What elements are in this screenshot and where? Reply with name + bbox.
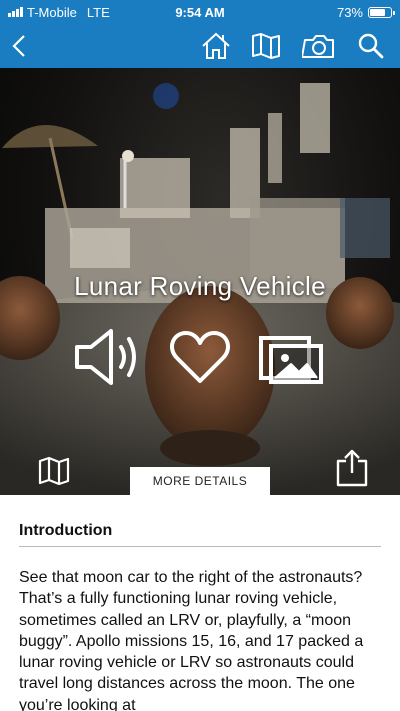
- back-button[interactable]: [2, 30, 36, 62]
- map-icon: [252, 33, 280, 59]
- search-button[interactable]: [354, 30, 388, 62]
- status-left: T-Mobile LTE: [8, 5, 110, 20]
- hero-map-button[interactable]: [34, 451, 74, 491]
- camera-button[interactable]: [302, 30, 336, 62]
- section-body: See that moon car to the right of the as…: [19, 569, 364, 711]
- network-type: LTE: [86, 4, 110, 20]
- speaker-icon: [75, 329, 136, 385]
- map-icon: [38, 456, 70, 486]
- search-icon: [358, 33, 384, 59]
- battery-fill: [370, 8, 385, 16]
- gallery-button[interactable]: [255, 324, 327, 390]
- battery-icon: [368, 6, 395, 18]
- battery-percent: 73%: [336, 4, 363, 20]
- home-icon: [202, 32, 230, 59]
- map-button[interactable]: [249, 30, 283, 62]
- signal-strength-icon: [8, 7, 23, 17]
- content-area: Introduction See that moon car to the ri…: [0, 495, 400, 711]
- section-title: Introduction: [19, 522, 381, 547]
- carrier-name: T-Mobile: [27, 4, 77, 20]
- gallery-icon: [259, 336, 323, 384]
- favorite-button[interactable]: [164, 324, 236, 390]
- status-bar: T-Mobile LTE 9:54 AM 73%: [0, 0, 400, 24]
- nav-bar: [0, 24, 400, 68]
- more-details-tab[interactable]: MORE DETAILS: [130, 467, 270, 495]
- hero-title: Lunar Roving Vehicle: [74, 271, 326, 301]
- audio-button[interactable]: [72, 324, 144, 390]
- camera-icon: [302, 35, 334, 58]
- back-icon: [12, 35, 25, 57]
- status-right: 73%: [336, 4, 395, 20]
- hero-image: Lunar Roving Vehicle MORE DETAILS: [0, 68, 400, 495]
- heart-icon: [170, 331, 230, 383]
- share-icon: [336, 449, 368, 487]
- share-button[interactable]: [332, 448, 372, 488]
- home-button[interactable]: [199, 30, 233, 62]
